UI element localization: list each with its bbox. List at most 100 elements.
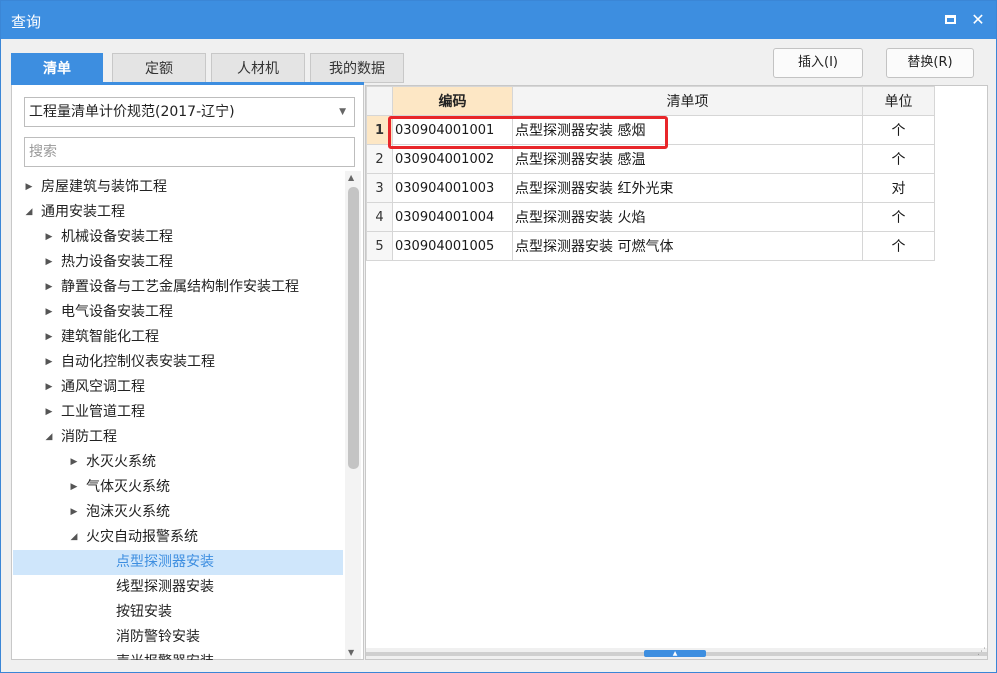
table-row[interactable]: 2 030904001002 点型探测器安装 感温 个 [366,144,935,174]
code-cell[interactable]: 030904001005 [392,231,513,261]
scroll-down-icon[interactable]: ▼ [348,648,354,657]
tree-node-label: 热力设备安装工程 [61,254,173,270]
tree-node[interactable]: 按钮安装 [13,600,343,625]
tree-node[interactable]: ▶ 电气设备安装工程 [13,300,343,325]
tree-scrollbar[interactable]: ▲ ▼ [345,171,361,659]
column-header-unit[interactable]: 单位 [862,86,935,116]
row-number: 1 [366,115,393,145]
tree-node[interactable]: ▶ 工业管道工程 [13,400,343,425]
tree-node[interactable]: ▶ 静置设备与工艺金属结构制作安装工程 [13,275,343,300]
row-number: 3 [366,173,393,203]
code-cell[interactable]: 030904001001 [392,115,513,145]
scroll-up-icon[interactable]: ▲ [348,173,354,182]
triangle-right-icon[interactable]: ▶ [68,500,80,525]
tree-node[interactable]: ▶ 房屋建筑与装饰工程 [13,175,343,200]
triangle-right-icon[interactable]: ▶ [68,450,80,475]
triangle-right-icon[interactable]: ▶ [43,350,55,375]
tree-node-label: 机械设备安装工程 [61,229,173,245]
tree-node-label: 建筑智能化工程 [61,329,159,345]
tree-node-label: 水灭火系统 [86,454,156,470]
grid-horizontal-scrollbar[interactable]: ▲ [366,648,987,659]
column-header-code[interactable]: 编码 [392,86,513,116]
code-cell[interactable]: 030904001004 [392,202,513,232]
unit-cell[interactable]: 个 [862,144,935,174]
tab-my-data[interactable]: 我的数据 [310,53,404,83]
code-cell[interactable]: 030904001002 [392,144,513,174]
tab-bill[interactable]: 清单 [11,53,103,83]
resize-grip-icon[interactable]: ⋰ [977,647,986,657]
unit-cell[interactable]: 个 [862,231,935,261]
tree-node[interactable]: ▶ 自动化控制仪表安装工程 [13,350,343,375]
replace-button[interactable]: 替换(R) [886,48,974,78]
table-row[interactable]: 3 030904001003 点型探测器安装 红外光束 对 [366,173,935,203]
tree-node[interactable]: ▶ 水灭火系统 [13,450,343,475]
item-cell[interactable]: 点型探测器安装 感烟 [512,115,863,145]
catalog-panel: 工程量清单计价规范(2017-辽宁) ▼ ▶ 房屋建筑与装饰工程 ◢ 通用安装工程 ▶ 机… [11,85,364,660]
tree-node[interactable]: ◢ 火灾自动报警系统 [13,525,343,550]
triangle-right-icon[interactable]: ▶ [43,325,55,350]
item-cell[interactable]: 点型探测器安装 可燃气体 [512,231,863,261]
code-cell[interactable]: 030904001003 [392,173,513,203]
scrollbar-thumb[interactable] [348,187,359,469]
tree-node[interactable]: ▶ 泡沫灭火系统 [13,500,343,525]
scrollbar-thumb[interactable]: ▲ [644,650,706,657]
tree-node-label: 泡沫灭火系统 [86,504,170,520]
tree-node-label: 通风空调工程 [61,379,145,395]
item-cell[interactable]: 点型探测器安装 感温 [512,144,863,174]
triangle-right-icon[interactable]: ▶ [43,250,55,275]
title-bar[interactable]: 查询 ✕ [1,1,996,39]
triangle-right-icon[interactable]: ▶ [43,275,55,300]
triangle-down-icon[interactable]: ◢ [68,525,80,550]
tree-node-label: 通用安装工程 [41,204,125,220]
table-row[interactable]: 4 030904001004 点型探测器安装 火焰 个 [366,202,935,232]
triangle-right-icon[interactable]: ▶ [43,375,55,400]
window-title: 查询 [11,13,42,31]
tree-node[interactable]: 消防警铃安装 [13,625,343,650]
tree-node[interactable]: 点型探测器安装 [13,550,343,575]
tree-node-label: 线型探测器安装 [116,579,214,595]
tab-quota[interactable]: 定额 [112,53,206,83]
tree-node[interactable]: 声光报警器安装 [13,650,343,660]
query-dialog: 查询 ✕ 清单 定额 人材机 我的数据 插入(I) 替换(R) 工程量清单计价规… [0,0,997,673]
tree-node[interactable]: ◢ 消防工程 [13,425,343,450]
unit-cell[interactable]: 个 [862,202,935,232]
table-row[interactable]: 5 030904001005 点型探测器安装 可燃气体 个 [366,231,935,261]
tree-node[interactable]: ◢ 通用安装工程 [13,200,343,225]
tree-node-label: 气体灭火系统 [86,479,170,495]
tree-node-label: 消防警铃安装 [116,629,200,645]
insert-button[interactable]: 插入(I) [773,48,863,78]
tree-node[interactable]: ▶ 建筑智能化工程 [13,325,343,350]
tree-node[interactable]: ▶ 通风空调工程 [13,375,343,400]
row-number: 4 [366,202,393,232]
tree-node[interactable]: ▶ 热力设备安装工程 [13,250,343,275]
triangle-right-icon[interactable]: ▶ [43,400,55,425]
tree-node-label: 工业管道工程 [61,404,145,420]
item-cell[interactable]: 点型探测器安装 红外光束 [512,173,863,203]
tree-node-label: 点型探测器安装 [116,554,214,570]
triangle-right-icon[interactable]: ▶ [43,300,55,325]
catalog-tree: ▶ 房屋建筑与装饰工程 ◢ 通用安装工程 ▶ 机械设备安装工程 ▶ 热力设备安装工程 ▶ 静置设备… [13,175,343,660]
triangle-right-icon[interactable]: ▶ [43,225,55,250]
column-header-item[interactable]: 清单项 [512,86,863,116]
triangle-right-icon[interactable]: ▶ [68,475,80,500]
triangle-right-icon[interactable]: ▶ [23,175,35,200]
spec-select-value: 工程量清单计价规范(2017-辽宁) [29,104,235,120]
tree-node[interactable]: ▶ 气体灭火系统 [13,475,343,500]
close-icon[interactable]: ✕ [967,9,989,31]
item-cell[interactable]: 点型探测器安装 火焰 [512,202,863,232]
tree-node-label: 消防工程 [61,429,117,445]
triangle-down-icon[interactable]: ◢ [23,200,35,225]
maximize-icon[interactable] [939,9,961,31]
tree-node-label: 按钮安装 [116,604,172,620]
spec-select[interactable]: 工程量清单计价规范(2017-辽宁) ▼ [24,97,355,127]
tab-labor-material-machine[interactable]: 人材机 [211,53,305,83]
unit-cell[interactable]: 个 [862,115,935,145]
tree-node-label: 房屋建筑与装饰工程 [41,179,167,195]
search-input[interactable] [24,137,355,167]
table-row[interactable]: 1 030904001001 点型探测器安装 感烟 个 [366,115,935,145]
tree-node[interactable]: ▶ 机械设备安装工程 [13,225,343,250]
triangle-down-icon[interactable]: ◢ [43,425,55,450]
unit-cell[interactable]: 对 [862,173,935,203]
tree-node[interactable]: 线型探测器安装 [13,575,343,600]
bill-grid: 编码 清单项 单位 1 030904001001 点型探测器安装 感烟 个 2 … [366,86,935,261]
